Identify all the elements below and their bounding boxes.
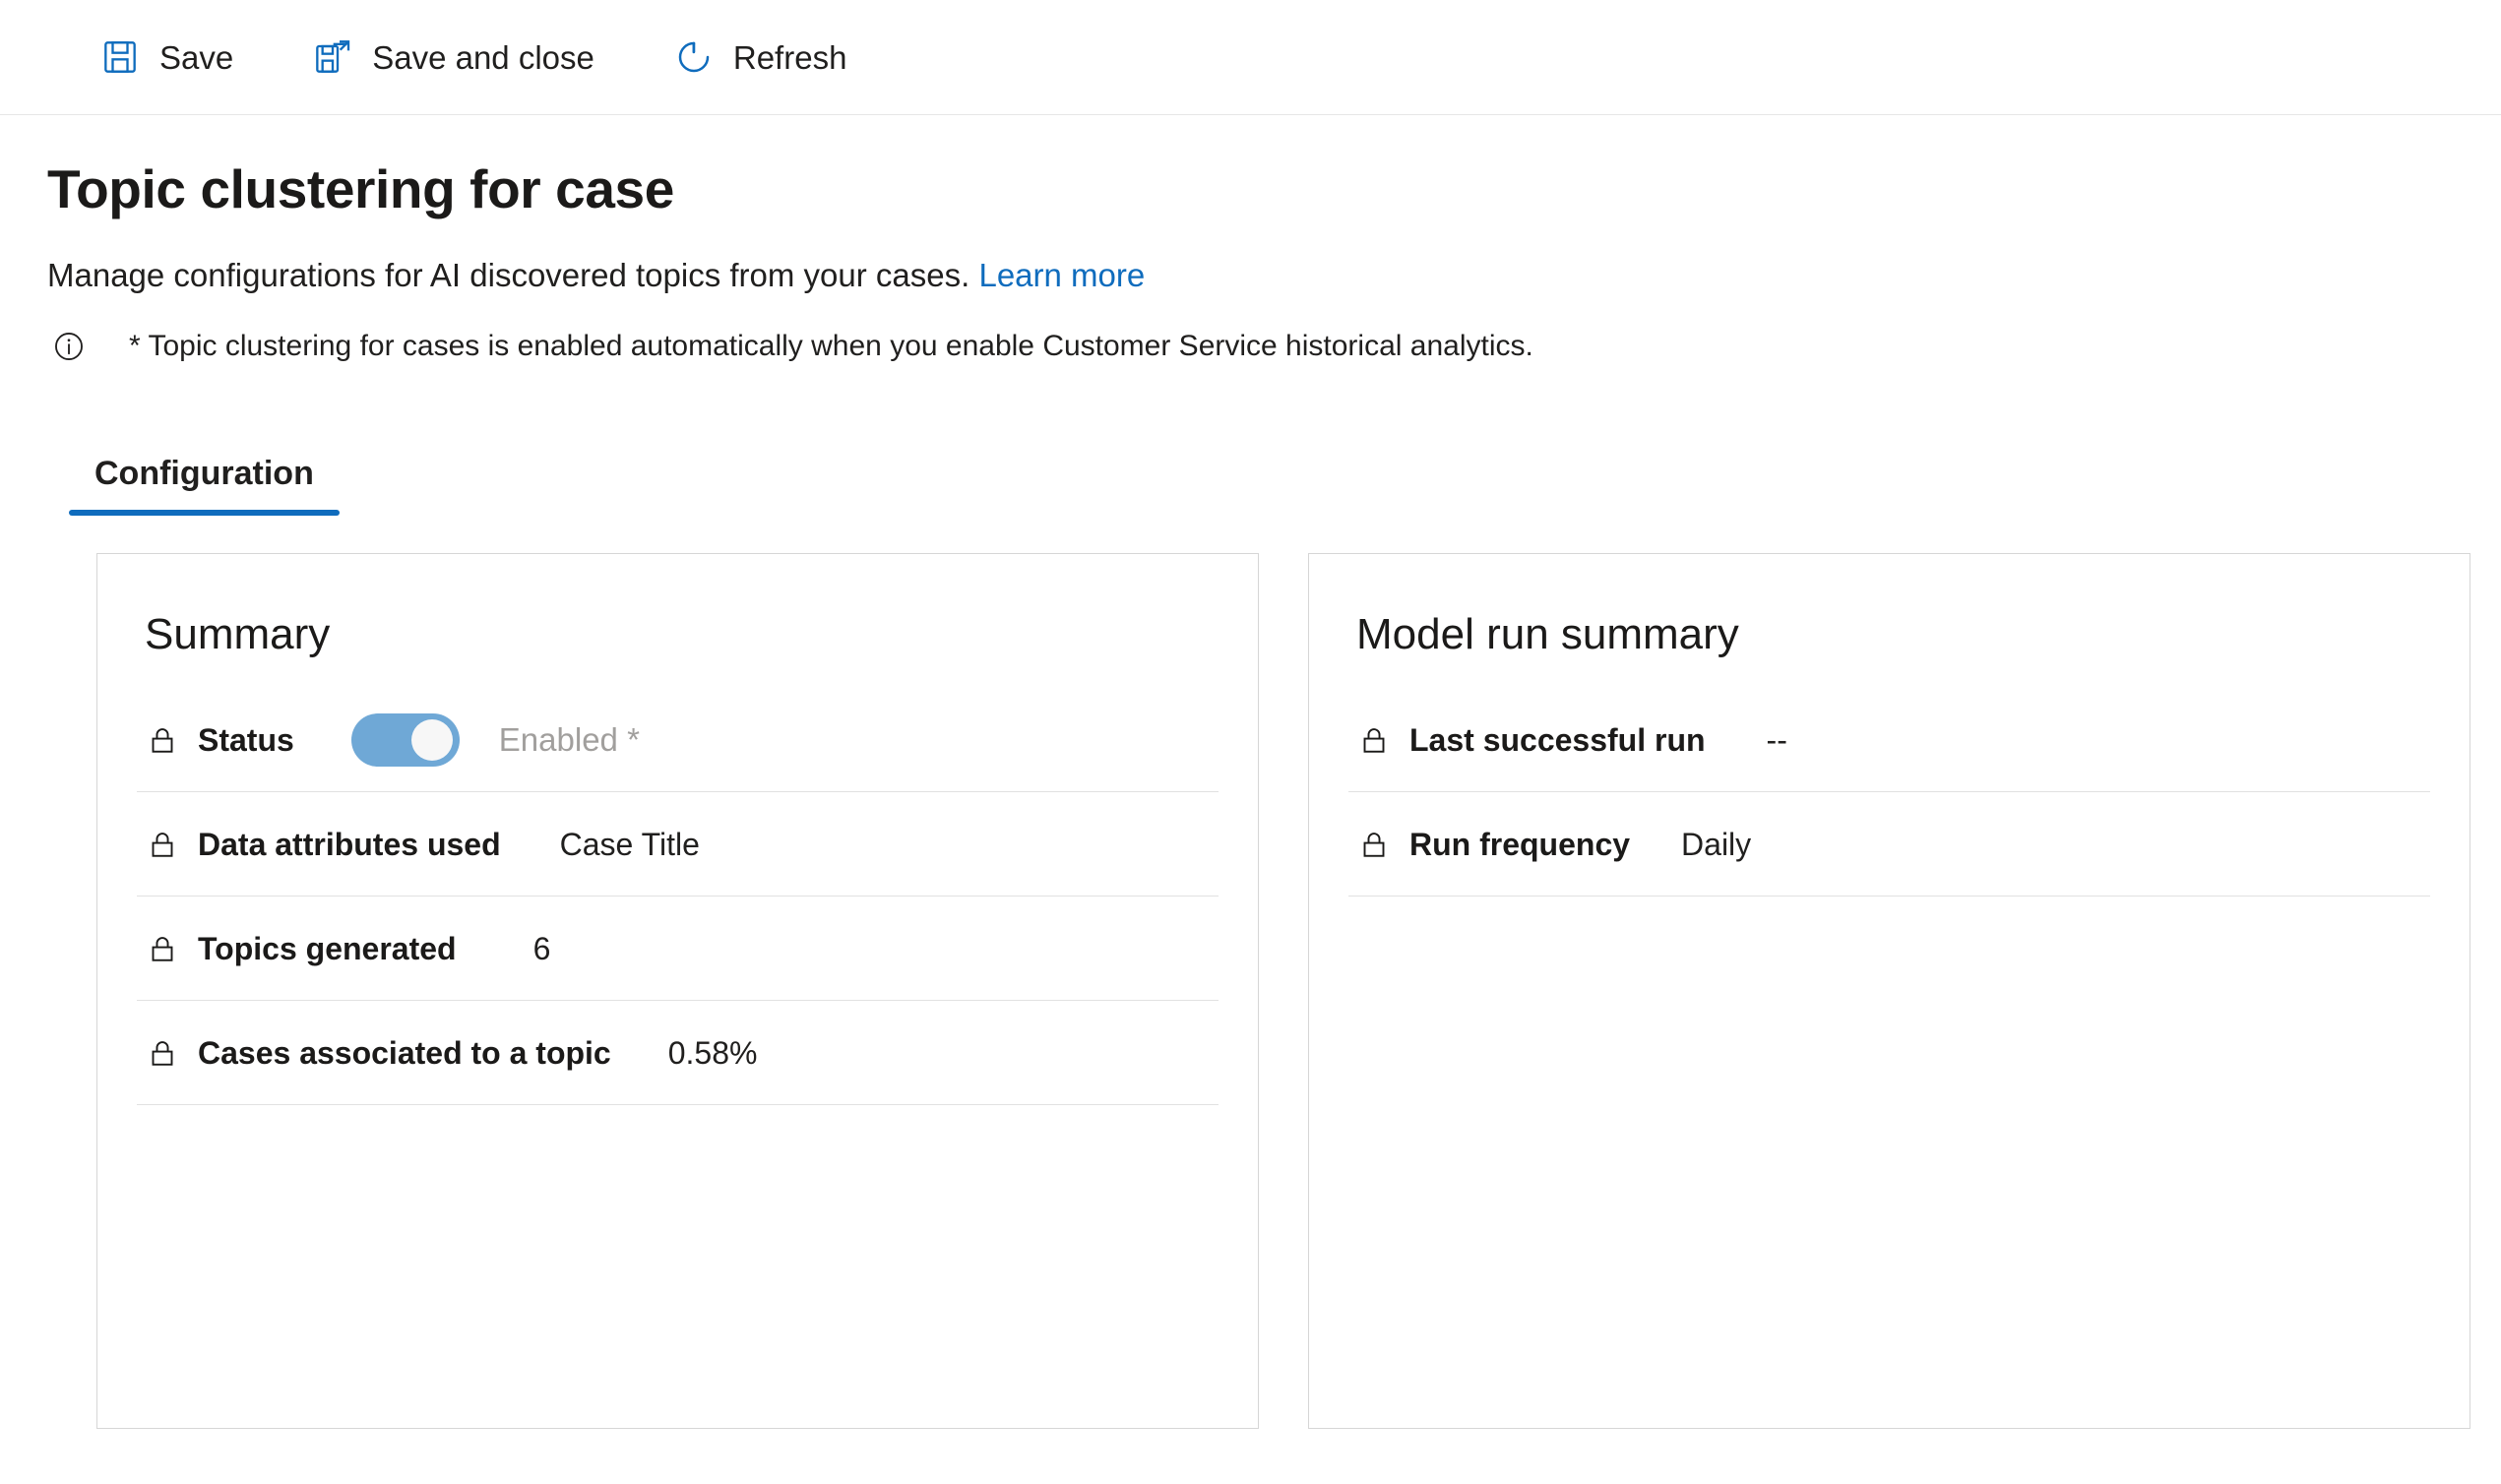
cards-container: Summary Status Enabled * Data attributes… xyxy=(47,516,2501,1429)
page-description: Manage configurations for AI discovered … xyxy=(47,255,2501,295)
summary-row-cases-associated: Cases associated to a topic 0.58% xyxy=(137,1001,1219,1106)
summary-row-data-attributes-value: Case Title xyxy=(559,826,700,862)
model-row-last-successful-run-label: Last successful run xyxy=(1409,721,1706,758)
lock-icon xyxy=(145,827,180,862)
model-row-last-successful-run: Last successful run -- xyxy=(1348,688,2430,793)
page-body: Topic clustering for case Manage configu… xyxy=(0,159,2501,1429)
model-row-last-successful-run-value: -- xyxy=(1766,721,1787,758)
tab-configuration-label: Configuration xyxy=(94,454,314,492)
save-and-close-button[interactable]: Save and close xyxy=(286,22,620,93)
status-toggle-label: Enabled * xyxy=(498,721,640,759)
page-description-text: Manage configurations for AI discovered … xyxy=(47,256,970,293)
page-title: Topic clustering for case xyxy=(47,158,674,219)
model-run-summary-card-title: Model run summary xyxy=(1356,609,1739,658)
lock-icon xyxy=(145,722,180,758)
model-row-run-frequency-value: Daily xyxy=(1681,826,1752,862)
summary-row-cases-associated-value: 0.58% xyxy=(667,1034,758,1071)
refresh-button-label: Refresh xyxy=(732,38,847,76)
model-run-summary-card: Model run summary Last successful run -- xyxy=(1308,552,2470,1429)
model-run-summary-rows: Last successful run -- Run frequency Dai… xyxy=(1348,688,2430,897)
model-row-run-frequency-label: Run frequency xyxy=(1409,826,1631,862)
refresh-icon xyxy=(673,36,715,78)
summary-row-status: Status Enabled * xyxy=(137,688,1219,793)
summary-row-topics-generated-label: Topics generated xyxy=(198,930,457,966)
save-and-close-button-label: Save and close xyxy=(372,38,594,76)
model-row-run-frequency: Run frequency Daily xyxy=(1348,792,2430,897)
tab-configuration[interactable]: Configuration xyxy=(69,457,340,516)
summary-row-data-attributes: Data attributes used Case Title xyxy=(137,792,1219,897)
status-toggle-group: Enabled * xyxy=(350,712,640,767)
lock-icon xyxy=(1356,722,1392,758)
summary-row-topics-generated-value: 6 xyxy=(532,930,551,966)
info-note-text: * Topic clustering for cases is enabled … xyxy=(129,329,1533,362)
tab-list: Configuration xyxy=(47,425,2501,516)
summary-row-status-label: Status xyxy=(198,721,294,758)
status-toggle-knob xyxy=(410,718,453,761)
info-icon xyxy=(52,330,86,363)
learn-more-link[interactable]: Learn more xyxy=(978,257,1145,293)
save-button[interactable]: Save xyxy=(74,22,259,93)
summary-rows: Status Enabled * Data attributes used Ca… xyxy=(137,688,1219,1106)
summary-card: Summary Status Enabled * Data attributes… xyxy=(96,552,1259,1429)
save-button-label: Save xyxy=(159,38,234,76)
summary-card-title: Summary xyxy=(145,609,331,658)
lock-icon xyxy=(1356,827,1392,862)
save-icon xyxy=(99,36,141,78)
info-note: * Topic clustering for cases is enabled … xyxy=(47,329,2501,364)
summary-row-topics-generated: Topics generated 6 xyxy=(137,897,1219,1002)
command-bar: Save Save and close Refresh xyxy=(0,0,2501,115)
refresh-button[interactable]: Refresh xyxy=(648,22,873,93)
summary-row-data-attributes-label: Data attributes used xyxy=(198,826,501,862)
lock-icon xyxy=(145,931,180,966)
save-and-close-icon xyxy=(312,36,353,78)
status-toggle[interactable] xyxy=(350,712,460,767)
summary-row-cases-associated-label: Cases associated to a topic xyxy=(198,1034,611,1071)
lock-icon xyxy=(145,1035,180,1071)
